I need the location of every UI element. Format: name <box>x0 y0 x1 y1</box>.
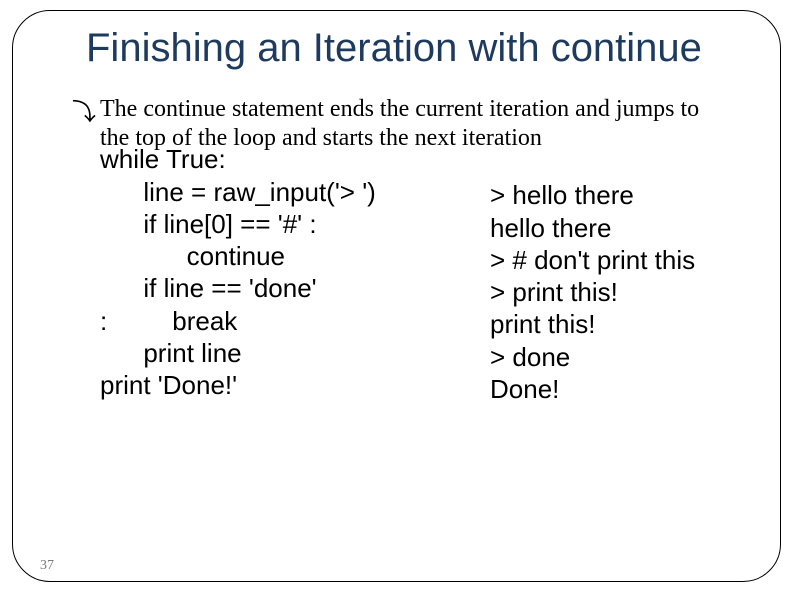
body-block: ⤵ The continue statement ends the curren… <box>100 95 763 405</box>
page-number: 37 <box>40 558 54 574</box>
slide-title: Finishing an Iteration with continue <box>86 26 763 71</box>
output-block: > hello there hello there > # don't prin… <box>490 179 695 405</box>
code-block: while True: line = raw_input('> ') if li… <box>100 143 490 405</box>
slide: Finishing an Iteration with continue ⤵ T… <box>0 0 793 596</box>
bullet-icon: ⤵ <box>72 99 96 128</box>
code-output-row: while True: line = raw_input('> ') if li… <box>100 143 763 405</box>
